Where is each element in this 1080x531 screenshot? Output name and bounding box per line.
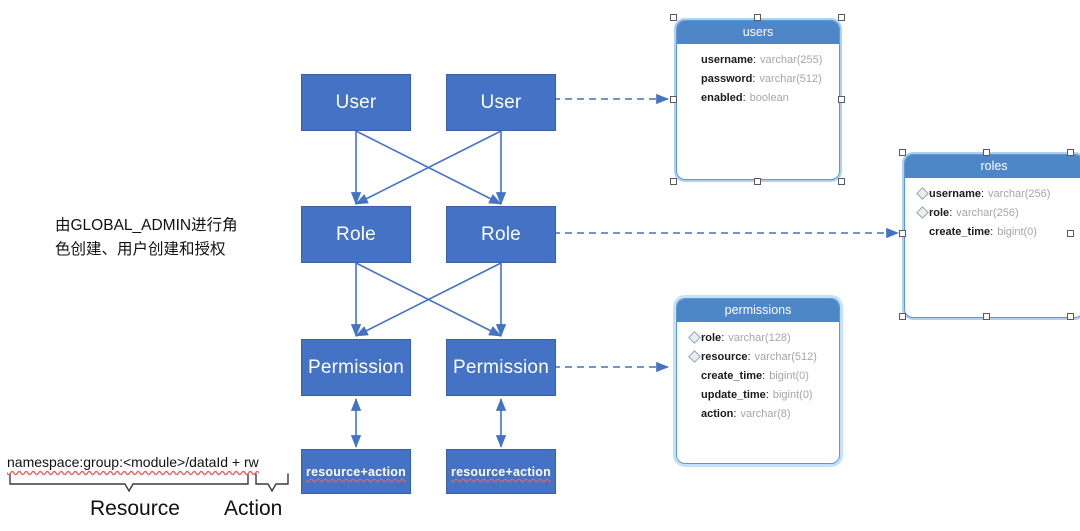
flow-node-label: User bbox=[480, 91, 522, 113]
db-field-row: enabled: boolean bbox=[677, 88, 839, 107]
brace-label-resource: Resource bbox=[90, 497, 180, 520]
db-field-name: update_time bbox=[701, 388, 766, 401]
db-field-name: resource bbox=[701, 350, 748, 363]
db-table-permissions[interactable]: permissions role: varchar(128) resource:… bbox=[676, 298, 840, 464]
selection-handle-w[interactable] bbox=[899, 230, 906, 237]
db-table-fields: username: varchar(256) role: varchar(256… bbox=[905, 178, 1080, 241]
selection-handle-s[interactable] bbox=[754, 178, 761, 185]
brace-label-action: Action bbox=[224, 497, 283, 520]
selection-handle-e[interactable] bbox=[838, 96, 845, 103]
flow-node-label: resource+action bbox=[451, 464, 551, 479]
flow-node-permission-right[interactable]: Permission bbox=[446, 339, 556, 396]
db-field-type: varchar(128) bbox=[728, 331, 791, 344]
db-field-row: username: varchar(255) bbox=[677, 50, 839, 69]
selection-handle-ne[interactable] bbox=[1067, 149, 1074, 156]
selection-handle-nw[interactable] bbox=[670, 14, 677, 21]
db-field-name: password bbox=[701, 72, 753, 85]
db-table-fields: role: varchar(128) resource: varchar(512… bbox=[677, 322, 839, 423]
selection-handle-sw[interactable] bbox=[899, 313, 906, 320]
db-field-type: bigint(0) bbox=[772, 388, 813, 401]
flow-node-resource-action-left[interactable]: resource+action bbox=[301, 449, 411, 494]
db-field-name: username bbox=[929, 187, 981, 200]
selection-handle-w[interactable] bbox=[670, 96, 677, 103]
db-table-title: users bbox=[677, 21, 839, 44]
db-table-roles[interactable]: roles username: varchar(256) role: varch… bbox=[904, 154, 1080, 318]
db-field-type: varchar(8) bbox=[740, 407, 791, 420]
db-field-name: role bbox=[929, 206, 950, 219]
selection-handle-ne[interactable] bbox=[838, 14, 845, 21]
db-field-row: create_time: bigint(0) bbox=[905, 222, 1080, 241]
db-field-type: bigint(0) bbox=[997, 225, 1037, 238]
primary-key-icon bbox=[915, 187, 929, 200]
selection-handle-s[interactable] bbox=[983, 313, 990, 320]
db-field-row: role: varchar(128) bbox=[677, 328, 839, 347]
flow-node-label: User bbox=[335, 91, 377, 113]
db-field-name: username bbox=[701, 53, 753, 66]
flow-node-label: Role bbox=[481, 223, 521, 245]
flow-node-role-right[interactable]: Role bbox=[446, 206, 556, 263]
db-field-type: varchar(512) bbox=[759, 72, 822, 85]
selection-handle-se[interactable] bbox=[1067, 313, 1074, 320]
db-field-row: action: varchar(8) bbox=[677, 404, 839, 423]
flow-node-permission-left[interactable]: Permission bbox=[301, 339, 411, 396]
db-field-name: create_time bbox=[701, 369, 763, 382]
db-field-type: varchar(256) bbox=[988, 187, 1051, 200]
primary-key-icon bbox=[915, 206, 929, 219]
db-field-row: username: varchar(256) bbox=[905, 184, 1080, 203]
db-table-fields: username: varchar(255) password: varchar… bbox=[677, 44, 839, 107]
db-table-users[interactable]: users username: varchar(255) password: v… bbox=[676, 20, 840, 180]
db-field-name: action bbox=[701, 407, 734, 420]
flow-node-label: Permission bbox=[308, 356, 404, 378]
db-field-row: update_time: bigint(0) bbox=[677, 385, 839, 404]
db-field-name: enabled bbox=[701, 91, 743, 104]
db-field-type: varchar(255) bbox=[760, 53, 823, 66]
flow-node-user-right[interactable]: User bbox=[446, 74, 556, 131]
db-table-title: roles bbox=[905, 155, 1080, 178]
selection-handle-nw[interactable] bbox=[899, 149, 906, 156]
flow-node-label: Role bbox=[336, 223, 376, 245]
db-field-type: boolean bbox=[749, 91, 789, 104]
db-field-name: create_time bbox=[929, 225, 991, 238]
db-field-row: resource: varchar(512) bbox=[677, 347, 839, 366]
db-field-type: varchar(256) bbox=[956, 206, 1019, 219]
db-field-row: role: varchar(256) bbox=[905, 203, 1080, 222]
db-field-type: bigint(0) bbox=[769, 369, 809, 382]
db-field-row: create_time: bigint(0) bbox=[677, 366, 839, 385]
flow-node-label: resource+action bbox=[306, 464, 406, 479]
primary-key-icon bbox=[687, 331, 701, 344]
flow-node-user-left[interactable]: User bbox=[301, 74, 411, 131]
db-field-row: password: varchar(512) bbox=[677, 69, 839, 88]
admin-note: 由GLOBAL_ADMIN进行角 色创建、用户创建和授权 bbox=[55, 217, 238, 259]
db-field-name: role bbox=[701, 331, 722, 344]
diagram-canvas: User User Role Role Permission Permissio… bbox=[0, 0, 1080, 531]
primary-key-icon bbox=[687, 350, 701, 363]
flow-node-label: Permission bbox=[453, 356, 549, 378]
selection-handle-e[interactable] bbox=[1067, 230, 1074, 237]
selection-handle-sw[interactable] bbox=[670, 178, 677, 185]
selection-handle-se[interactable] bbox=[838, 178, 845, 185]
resource-pattern-text: namespace:group:<module>/dataId + rw bbox=[7, 454, 259, 470]
flow-node-role-left[interactable]: Role bbox=[301, 206, 411, 263]
flow-node-resource-action-right[interactable]: resource+action bbox=[446, 449, 556, 494]
selection-handle-n[interactable] bbox=[754, 14, 761, 21]
db-field-type: varchar(512) bbox=[754, 350, 817, 363]
selection-handle-n[interactable] bbox=[983, 149, 990, 156]
db-table-title: permissions bbox=[677, 299, 839, 322]
